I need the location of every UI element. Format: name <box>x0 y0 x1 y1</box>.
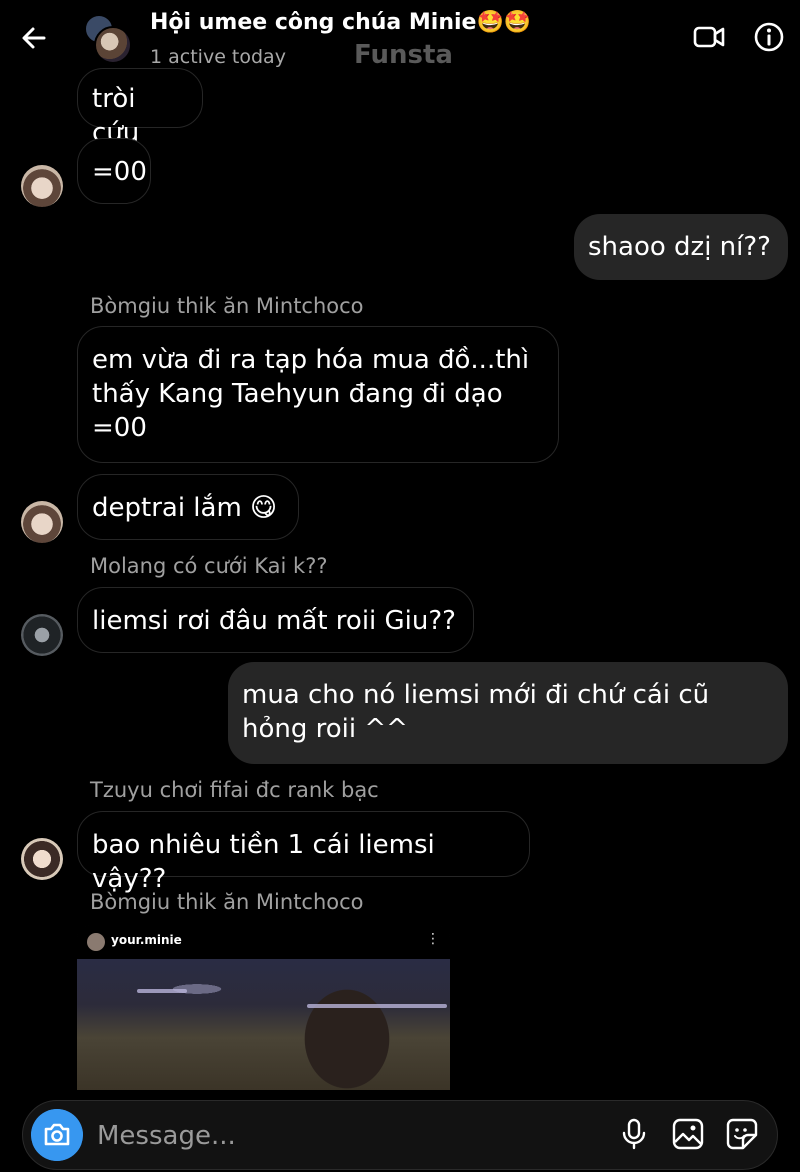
chat-title[interactable]: Hội umee công chúa Minie🤩🤩 <box>150 10 531 35</box>
camera-icon[interactable] <box>31 1109 83 1161</box>
message-text: liemsi rơi đâu mất roii Giu?? <box>92 606 456 636</box>
gallery-icon[interactable] <box>669 1115 707 1153</box>
post-username: your.minie <box>111 933 182 947</box>
post-image[interactable] <box>77 959 450 1090</box>
message-text: shaoo dzị ní?? <box>588 232 771 262</box>
shared-post-header: your.minie ⋮ <box>77 925 450 959</box>
active-status: 1 active today <box>150 46 286 68</box>
message-bubble-incoming[interactable]: tròi cứu <box>77 68 203 148</box>
watermark: Funsta <box>354 40 453 70</box>
sender-name: Bòmgiu thik ăn Mintchoco <box>90 294 364 318</box>
chat-header: Hội umee công chúa Minie🤩🤩 1 active toda… <box>0 0 800 72</box>
sender-avatar[interactable] <box>21 838 63 880</box>
message-text: em vừa đi ra tạp hóa mua đồ...thì thấy K… <box>92 345 530 443</box>
back-arrow-icon[interactable] <box>18 22 50 54</box>
more-options-icon[interactable]: ⋮ <box>426 931 440 947</box>
message-bubble-outgoing[interactable]: mua cho nó liemsi mới đi chứ cái cũ hỏng… <box>228 662 788 764</box>
info-icon[interactable] <box>752 20 786 54</box>
microphone-icon[interactable] <box>615 1115 653 1153</box>
sender-name: Tzuyu chơi fifai đc rank bạc <box>90 778 379 802</box>
message-bubble-incoming[interactable]: bao nhiêu tiền 1 cái liemsi vậy?? <box>77 811 530 894</box>
message-bubble-incoming[interactable]: liemsi rơi đâu mất roii Giu?? <box>77 587 474 653</box>
post-author-avatar <box>87 933 105 951</box>
sender-name: Molang có cưới Kai k?? <box>90 554 328 578</box>
sticker-icon[interactable] <box>723 1115 761 1153</box>
sender-avatar[interactable] <box>21 501 63 543</box>
message-composer <box>22 1100 778 1170</box>
message-text: =00 <box>92 157 147 187</box>
group-avatar[interactable] <box>84 14 132 64</box>
message-text: deptrai lắm 😋 <box>92 493 278 523</box>
message-bubble-incoming[interactable]: =00 <box>77 138 151 204</box>
video-call-icon[interactable] <box>692 20 726 54</box>
sender-name: Bòmgiu thik ăn Mintchoco <box>90 890 364 914</box>
sender-avatar[interactable] <box>21 614 63 656</box>
message-input[interactable] <box>95 1115 579 1157</box>
message-bubble-incoming[interactable]: deptrai lắm 😋 <box>77 474 299 540</box>
shared-post[interactable]: your.minie ⋮ <box>77 925 450 1090</box>
message-bubble-outgoing[interactable]: shaoo dzị ní?? <box>574 214 788 280</box>
message-text: bao nhiêu tiền 1 cái liemsi vậy?? <box>92 830 435 894</box>
message-text: mua cho nó liemsi mới đi chứ cái cũ hỏng… <box>242 680 710 744</box>
message-bubble-incoming[interactable]: em vừa đi ra tạp hóa mua đồ...thì thấy K… <box>77 326 559 463</box>
sender-avatar[interactable] <box>21 165 63 207</box>
